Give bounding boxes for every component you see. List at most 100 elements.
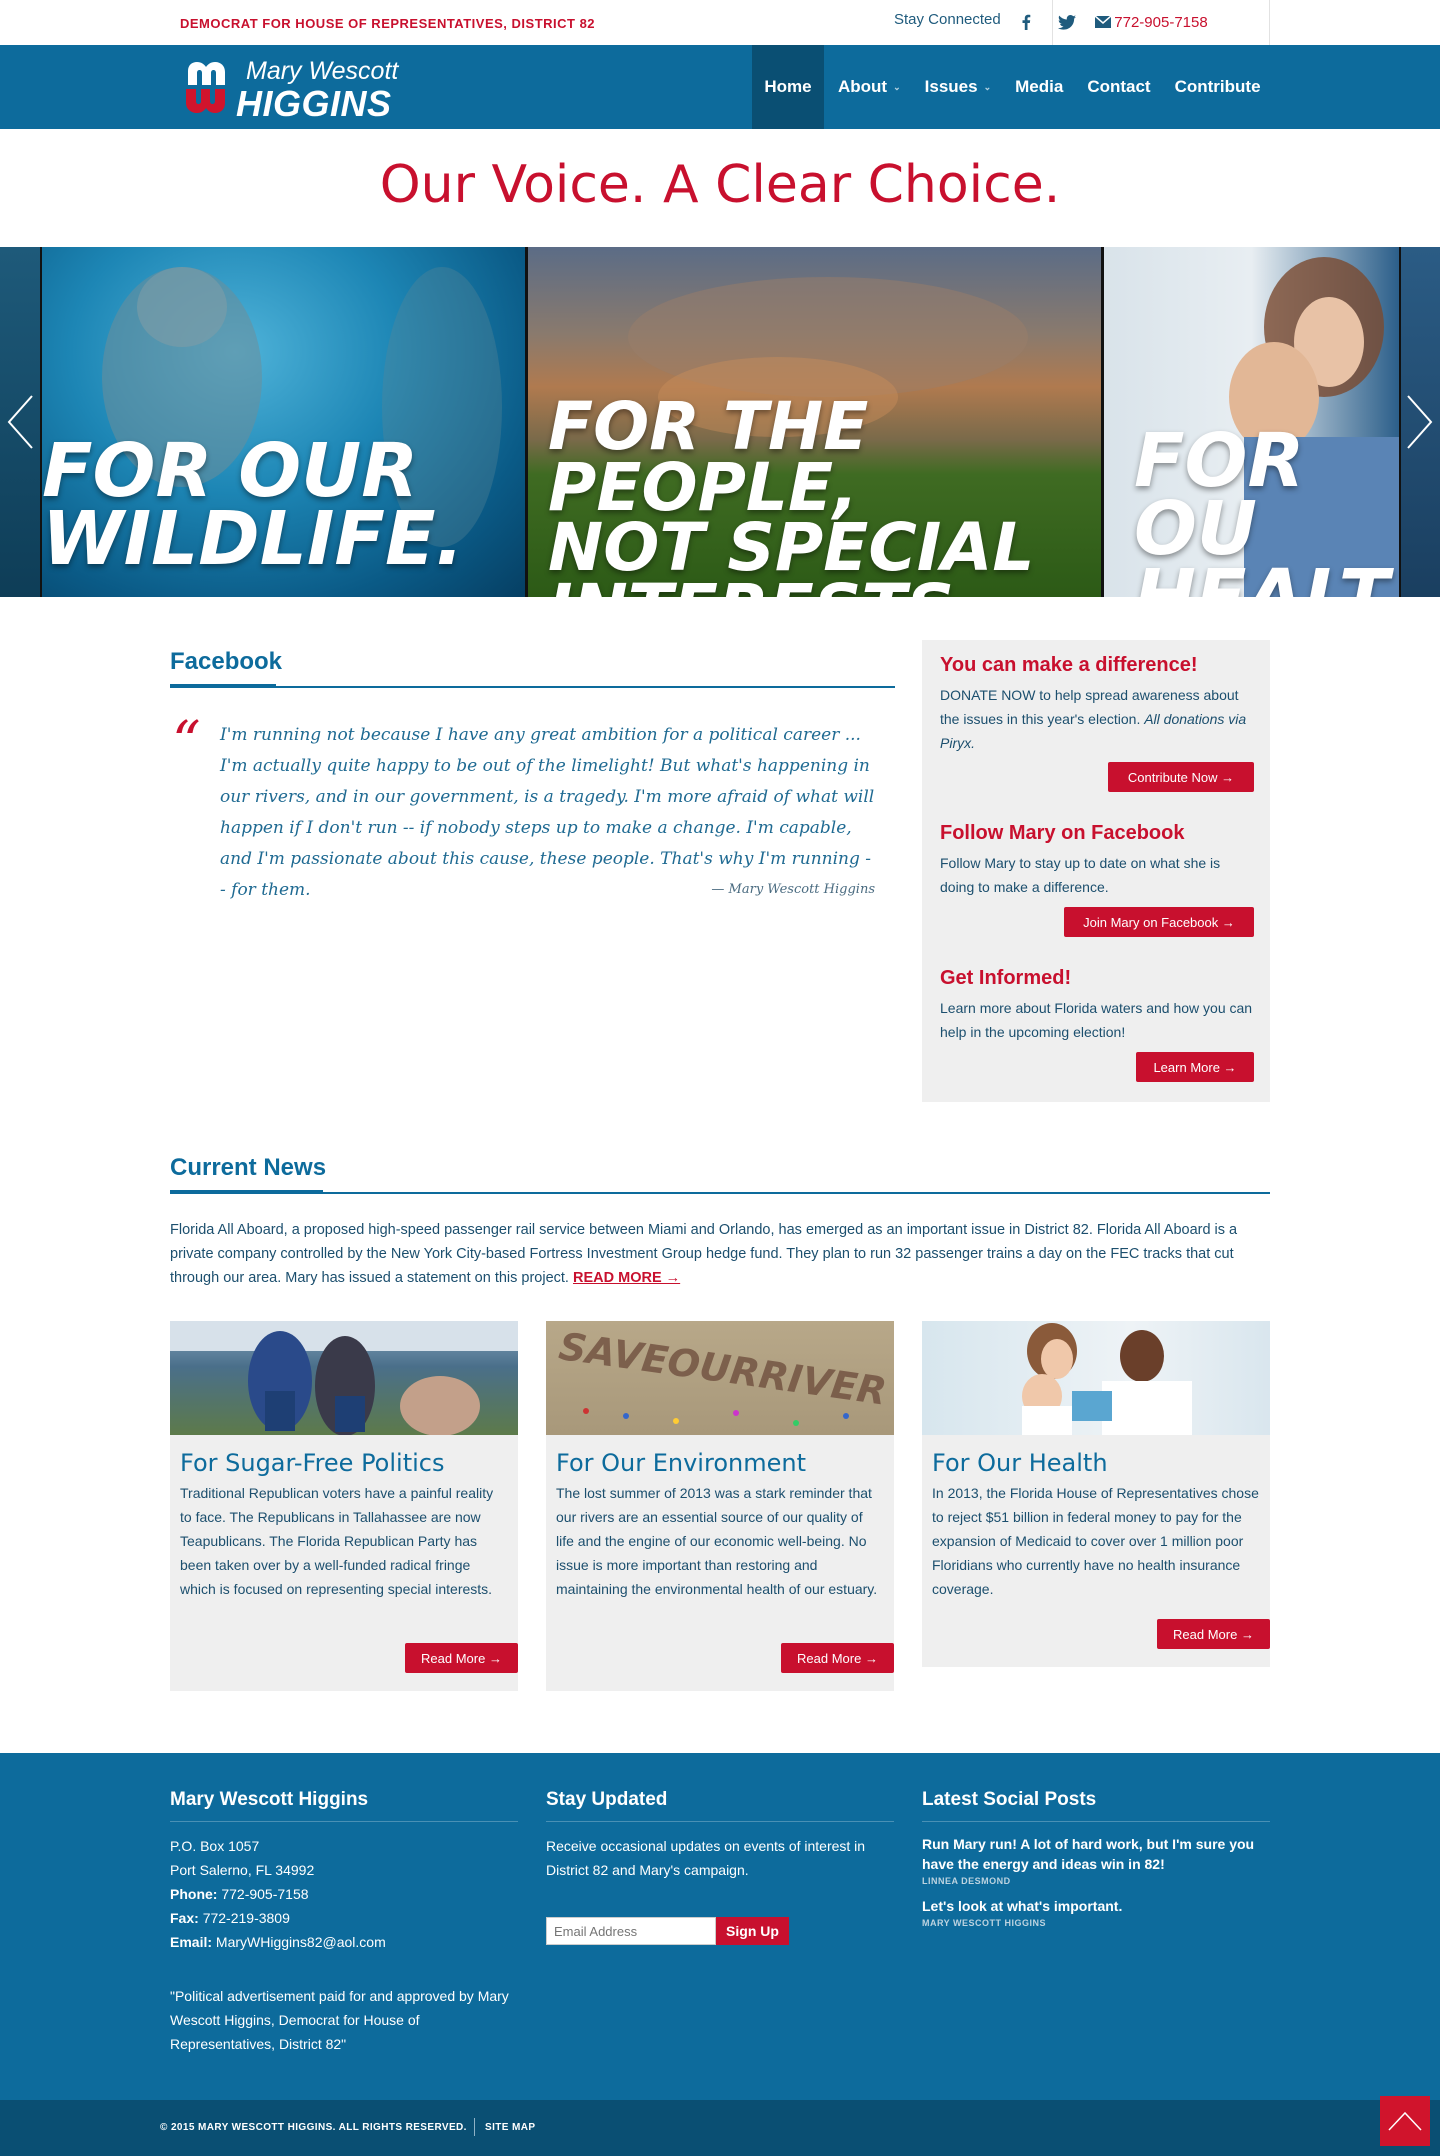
card-health-read-more-button[interactable]: Read More →: [1157, 1619, 1270, 1649]
signup-button[interactable]: Sign Up: [716, 1917, 789, 1945]
nav-home-label: Home: [764, 77, 812, 96]
chevron-left-icon[interactable]: [0, 387, 40, 457]
slide-wildlife-caption: FOR OUR WILDLIFE.: [42, 428, 464, 583]
card-health-title: For Our Health: [932, 1449, 1108, 1477]
logo-mw-icon: [186, 62, 225, 113]
nav-home[interactable]: Home: [752, 45, 824, 129]
card-politics-read-more-button[interactable]: Read More →: [405, 1643, 518, 1673]
footer-contact-details: P.O. Box 1057 Port Salerno, FL 34992 Pho…: [170, 1834, 518, 1954]
card-environment-title: For Our Environment: [556, 1449, 806, 1477]
follow-text: Follow Mary to stay up to date on what s…: [940, 855, 1221, 895]
nav-issues-label: Issues: [924, 77, 978, 96]
hero-slogan: Our Voice. A Clear Choice.: [379, 155, 1061, 215]
slide-health-caption: FOR OU HEALT: [1134, 418, 1389, 597]
address-line-2: Port Salerno, FL 34992: [170, 1862, 315, 1878]
learn-more-button[interactable]: Learn More →: [1136, 1052, 1254, 1082]
news-divider-accent: [170, 1190, 323, 1194]
slide-people-caption: FOR THE PEOPLE, NOT SPECIAL INTERESTS.: [548, 388, 1035, 597]
chevron-down-icon: ⌄: [983, 81, 992, 92]
sidebar-cta: You can make a difference! DONATE NOW to…: [922, 640, 1270, 1102]
nav-contribute[interactable]: Contribute: [1163, 45, 1261, 129]
hero-slider: FOR OUR WILDLIFE. FOR THE PEOPLE, NOT SP…: [0, 247, 1440, 597]
divider: [474, 2118, 475, 2136]
facebook-divider-accent: [170, 684, 276, 688]
facebook-follow-block: Follow Mary on Facebook Follow Mary to s…: [940, 822, 1255, 899]
card-environment-image: SAVEOURRIVER: [546, 1321, 894, 1435]
logo-last-name: HIGGINS: [236, 83, 392, 124]
footer-email[interactable]: Email: MaryWHiggins82@aol.com: [170, 1930, 518, 1954]
get-informed-block: Get Informed! Learn more about Florida w…: [940, 967, 1255, 1044]
site-footer: Mary Wescott Higgins P.O. Box 1057 Port …: [0, 1753, 1440, 2100]
news-divider: [170, 1192, 1270, 1194]
nav-media-label: Media: [1015, 77, 1064, 96]
nav-media[interactable]: Media: [1003, 45, 1075, 129]
main-navbar: Mary Wescott HIGGINS Home About ⌄ Issues ⌄…: [0, 45, 1440, 129]
newsletter-email-input[interactable]: [546, 1917, 716, 1945]
facebook-icon[interactable]: [1014, 10, 1038, 34]
follow-title: Follow Mary on Facebook: [940, 822, 1185, 844]
news-intro: Florida All Aboard, a proposed high-spee…: [170, 1218, 1270, 1290]
social-post-author: MARY WESCOTT HIGGINS: [922, 1918, 1047, 1928]
sitemap-link[interactable]: SITE MAP: [485, 2122, 535, 2133]
footer-contact-title: Mary Wescott Higgins: [170, 1789, 518, 1822]
slide-people[interactable]: FOR THE PEOPLE, NOT SPECIAL INTERESTS.: [528, 247, 1101, 597]
slide-health[interactable]: FOR OU HEALT: [1104, 247, 1399, 597]
nav-about[interactable]: About ⌄: [824, 45, 913, 129]
social-post-text: Let's look at what's important.: [922, 1898, 1123, 1914]
card-environment-read-more-button[interactable]: Read More →: [781, 1643, 894, 1673]
donate-block: You can make a difference! DONATE NOW to…: [940, 654, 1255, 755]
footer-updates: Stay Updated Receive occasional updates …: [546, 1789, 894, 1945]
back-to-top-button[interactable]: [1380, 2096, 1430, 2146]
card-politics-title: For Sugar-Free Politics: [180, 1449, 445, 1477]
address-line-1: P.O. Box 1057: [170, 1838, 260, 1854]
slide-wildlife[interactable]: FOR OUR WILDLIFE.: [42, 247, 525, 597]
social-post[interactable]: Run Mary run! A lot of hard work, but I'…: [922, 1834, 1270, 1886]
news-card-environment: SAVEOURRIVER For Our Environment The los…: [546, 1321, 894, 1691]
stay-connected-label: Stay Connected: [894, 11, 1001, 28]
quote-author: — Mary Wescott Higgins: [711, 882, 875, 897]
facebook-section-title: Facebook: [170, 648, 283, 675]
news-section-title: Current News: [170, 1154, 327, 1181]
chevron-right-icon[interactable]: [1400, 387, 1440, 457]
informed-text: Learn more about Florida waters and how …: [940, 1000, 1253, 1040]
copyright: © 2015 MARY WESCOTT HIGGINS. ALL RIGHTS …: [160, 2122, 467, 2133]
campaign-tagline: DEMOCRAT FOR HOUSE OF REPRESENTATIVES, D…: [180, 16, 596, 31]
nav-issues[interactable]: Issues ⌄: [913, 45, 1003, 129]
footer-fax: Fax: 772-219-3809: [170, 1910, 290, 1926]
footer-social: Latest Social Posts Run Mary run! A lot …: [922, 1789, 1270, 1928]
nav-contact-label: Contact: [1087, 77, 1151, 96]
primary-nav: Home About ⌄ Issues ⌄ Media Contact Contri…: [752, 45, 1261, 129]
chevron-up-icon: [1388, 2111, 1422, 2131]
quote-mark-icon: “: [172, 710, 201, 775]
card-environment-text: The lost summer of 2013 was a stark remi…: [556, 1485, 878, 1597]
chevron-down-icon: ⌄: [893, 81, 901, 92]
card-politics-text: Traditional Republican voters have a pai…: [180, 1485, 494, 1597]
donate-text: DONATE NOW to help spread awareness abou…: [940, 687, 1247, 751]
card-health-text: In 2013, the Florida House of Representa…: [932, 1485, 1259, 1597]
news-card-health: For Our Health In 2013, the Florida Hous…: [922, 1321, 1270, 1667]
phone-number[interactable]: 772-905-7158: [1052, 0, 1270, 45]
footer-phone: Phone: 772-905-7158: [170, 1886, 309, 1902]
social-post-author: LINNEA DESMOND: [922, 1876, 1011, 1886]
nav-about-label: About: [838, 77, 888, 96]
join-facebook-button[interactable]: Join Mary on Facebook →: [1064, 907, 1254, 937]
footer-updates-text: Receive occasional updates on events of …: [546, 1838, 866, 1878]
news-read-more-link[interactable]: READ MORE →: [573, 1270, 680, 1286]
social-post[interactable]: Let's look at what's important. MARY WES…: [922, 1896, 1270, 1928]
footer-contact: Mary Wescott Higgins P.O. Box 1057 Port …: [170, 1789, 518, 2056]
nav-contribute-label: Contribute: [1174, 77, 1261, 96]
contribute-now-button[interactable]: Contribute Now →: [1108, 762, 1254, 792]
bottom-bar: © 2015 MARY WESCOTT HIGGINS. ALL RIGHTS …: [0, 2100, 1440, 2156]
social-post-text: Run Mary run! A lot of hard work, but I'…: [922, 1836, 1255, 1872]
logo-first-name: Mary Wescott: [246, 57, 399, 85]
news-card-politics: For Sugar-Free Politics Traditional Repu…: [170, 1321, 518, 1691]
news-intro-text: Florida All Aboard, a proposed high-spee…: [170, 1222, 1238, 1286]
svg-text:SAVEOURRIVER: SAVEOURRIVER: [556, 1324, 889, 1414]
facebook-quote: I'm running not because I have any great…: [220, 725, 875, 900]
card-politics-image: [170, 1321, 518, 1435]
site-logo[interactable]: Mary Wescott HIGGINS: [184, 55, 410, 124]
nav-contact[interactable]: Contact: [1075, 45, 1162, 129]
donate-title: You can make a difference!: [940, 654, 1198, 676]
card-health-image: [922, 1321, 1270, 1435]
footer-updates-title: Stay Updated: [546, 1789, 894, 1822]
